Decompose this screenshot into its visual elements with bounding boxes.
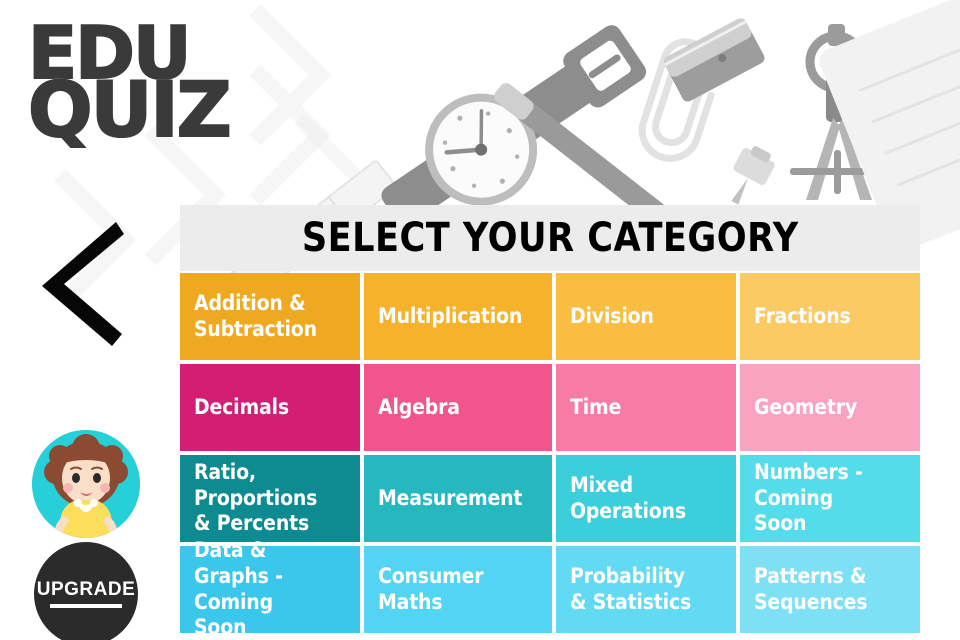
chevron-left-icon	[42, 222, 124, 346]
category-grid: Addition & Subtraction Multiplication Divi…	[180, 273, 920, 639]
category-tile-label: Ratio, Proportions & Percents	[194, 460, 318, 536]
category-tile[interactable]: Division	[556, 273, 737, 360]
category-tile-label: Time	[570, 394, 622, 419]
category-tile[interactable]: Data & Graphs - Coming Soon	[180, 538, 360, 639]
category-panel: SELECT YOUR CATEGORY Addition & Subtract…	[180, 205, 920, 639]
category-tile[interactable]: Algebra	[363, 364, 553, 451]
back-button[interactable]	[38, 218, 124, 346]
category-tile[interactable]: Decimals	[180, 364, 360, 451]
category-tile[interactable]: Patterns & Sequences	[740, 546, 920, 633]
category-tile-label: Algebra	[377, 394, 460, 419]
category-tile-label: Multiplication	[377, 303, 523, 328]
girl-avatar-icon	[32, 430, 140, 538]
category-tile-label: Data & Graphs - Coming Soon	[194, 538, 283, 640]
category-tile-label: Consumer Maths	[377, 563, 484, 614]
category-tile[interactable]: Geometry	[740, 364, 920, 451]
category-tile-label: Probability & Statistics	[570, 563, 692, 614]
category-tile[interactable]: Consumer Maths	[363, 546, 553, 633]
category-tile-label: Measurement	[377, 485, 523, 510]
category-tile-label: Fractions	[754, 303, 851, 328]
category-tile-label: Decimals	[194, 394, 289, 419]
category-tile[interactable]: Ratio, Proportions & Percents	[180, 455, 360, 542]
category-tile[interactable]: Probability & Statistics	[556, 546, 737, 633]
category-tile[interactable]: Multiplication	[363, 273, 553, 360]
upgrade-label: UPGRADE	[36, 579, 136, 600]
category-tile[interactable]: Time	[556, 364, 737, 451]
user-avatar[interactable]	[32, 430, 140, 538]
category-tile-label: Addition & Subtraction	[194, 290, 317, 341]
upgrade-button[interactable]: UPGRADE	[34, 542, 138, 640]
category-tile-label: Patterns & Sequences	[754, 563, 868, 614]
category-tile-label: Geometry	[754, 394, 858, 419]
category-tile[interactable]: Numbers - Coming Soon	[740, 455, 920, 542]
app-logo: EDU QUIZ	[27, 16, 233, 155]
category-tile[interactable]: Measurement	[363, 455, 553, 542]
category-tile-label: Numbers - Coming Soon	[754, 460, 863, 536]
logo-line-quiz: QUIZ	[27, 65, 233, 155]
panel-header: SELECT YOUR CATEGORY	[180, 205, 920, 271]
category-tile[interactable]: Addition & Subtraction	[180, 273, 360, 360]
upgrade-underline	[50, 604, 122, 608]
app-root: EDU QUIZ UPGRADE SELECT YOUR CATEGORY Ad…	[0, 0, 960, 640]
category-tile-label: Mixed Operations	[570, 472, 687, 523]
category-tile[interactable]: Mixed Operations	[556, 455, 737, 542]
category-tile[interactable]: Fractions	[740, 273, 920, 360]
page-title: SELECT YOUR CATEGORY	[301, 215, 799, 261]
category-tile-label: Division	[570, 303, 654, 328]
